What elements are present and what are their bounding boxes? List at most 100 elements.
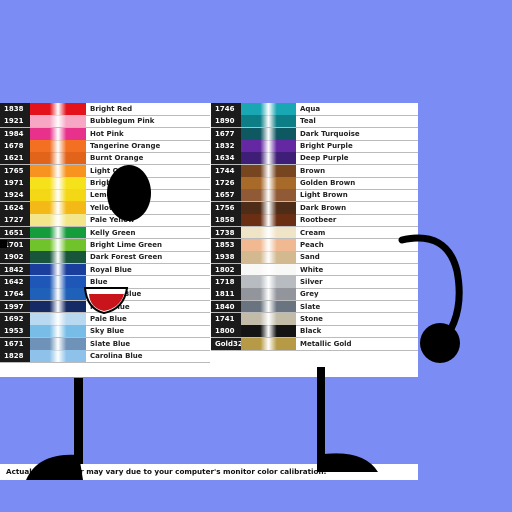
color-code: 1800 (211, 325, 241, 338)
color-name: Kelly Green (90, 228, 136, 237)
color-swatch (30, 288, 86, 301)
color-row: 1651 Kelly Green (0, 226, 210, 239)
color-code: 1671 (0, 337, 30, 350)
color-code: 1677 (211, 127, 241, 141)
color-name: Pale Yellow (90, 216, 135, 225)
color-row: 1692 Pale Blue (0, 312, 210, 326)
color-swatch (241, 115, 296, 128)
color-name: Peach (300, 240, 324, 249)
color-name: Rootbeer (300, 216, 337, 225)
color-name: Bubblegum Pink (90, 117, 155, 126)
right-leg (317, 367, 378, 472)
color-swatch (241, 325, 296, 338)
color-code: 1746 (211, 103, 241, 116)
color-name: Light Brown (300, 191, 348, 200)
color-code: 1765 (0, 164, 30, 178)
scene: 1838 Bright Red 1921 Bubblegum Pink 1984 Hot … (0, 0, 512, 512)
color-name: Blue (90, 277, 108, 286)
row-divider (0, 361, 210, 363)
color-row: 1738 Cream (211, 226, 418, 239)
color-code: 1692 (0, 312, 30, 326)
color-code: 1838 (0, 103, 30, 116)
color-row: 1811 Grey (211, 288, 418, 301)
color-row: 1853 Peach (211, 238, 418, 252)
color-name: Bright Red (90, 105, 133, 113)
color-row: 1677 Dark Turquoise (211, 127, 418, 141)
color-row: 1671 Slate Blue (0, 337, 210, 350)
color-row: Gold32 Metallic Gold (211, 337, 418, 350)
color-name: Dark Brown (300, 203, 347, 212)
color-name: Pale Blue (90, 314, 127, 323)
color-row: 1765 Light Orange (0, 164, 210, 178)
color-swatch (241, 164, 296, 178)
color-swatch (241, 300, 296, 313)
color-row: 1802 White (211, 263, 418, 276)
color-row: 1642 Blue (0, 275, 210, 289)
color-code: 1953 (0, 325, 30, 338)
color-name: Slate (300, 302, 321, 311)
color-row: 1621 Burnt Orange (0, 152, 210, 165)
color-swatch (30, 127, 86, 141)
color-swatch (241, 263, 296, 276)
color-code: 1811 (211, 288, 241, 301)
color-code: 1634 (211, 152, 241, 165)
color-row: 1890 Teal (211, 115, 418, 128)
color-code: 1764 (0, 288, 30, 301)
color-code: 1727 (0, 214, 30, 227)
color-swatch (241, 288, 296, 301)
color-row: 1624 Yellow Gold (0, 201, 210, 215)
color-swatch (241, 226, 296, 239)
color-name: Slate Blue (90, 339, 131, 348)
color-row: 1921 Bubblegum Pink (0, 115, 210, 128)
color-row: 1726 Golden Brown (211, 177, 418, 190)
color-swatch (30, 325, 86, 338)
color-code: Gold32 (211, 337, 243, 350)
color-name: Aqua (300, 105, 321, 113)
color-swatch (30, 201, 86, 215)
color-row: 1678 Tangerine Orange (0, 140, 210, 153)
color-name: Grey (300, 290, 319, 299)
color-row: 1746 Aqua (211, 103, 418, 116)
color-code: 1738 (211, 226, 241, 239)
color-row: 1741 Stone (211, 312, 418, 326)
color-row: 1971 Bright Yellow (0, 177, 210, 190)
color-code: 1840 (211, 300, 241, 313)
color-swatch (30, 275, 86, 289)
color-row: 1953 Sky Blue (0, 325, 210, 338)
color-code: 1624 (0, 201, 30, 215)
color-swatch (241, 103, 296, 116)
color-row: 1832 Bright Purple (211, 140, 418, 153)
color-name: White (300, 265, 324, 274)
color-code: 1832 (211, 140, 241, 153)
color-name: Light Orange (90, 166, 142, 175)
color-code: 1842 (0, 263, 30, 276)
color-swatch (30, 251, 86, 264)
color-row: 1718 Silver (211, 275, 418, 289)
color-name: Cream (300, 228, 326, 237)
color-name: Brown (300, 166, 326, 175)
color-name: Carolina Blue (90, 352, 143, 360)
color-swatch (241, 251, 296, 264)
color-name: Teal (300, 117, 316, 126)
color-row: 1756 Dark Brown (211, 201, 418, 215)
color-swatch (241, 312, 296, 326)
color-swatch (30, 312, 86, 326)
color-name: Sand (300, 253, 320, 262)
color-code: 1726 (211, 177, 241, 190)
color-code: 1853 (211, 238, 241, 252)
color-code: 1621 (0, 152, 30, 165)
color-code: 1938 (211, 251, 241, 264)
color-name: Bright Lime Green (90, 240, 162, 249)
color-swatch (241, 275, 296, 289)
color-swatch (30, 140, 86, 153)
color-name: Black (300, 327, 322, 336)
color-row: 1902 Dark Forest Green (0, 251, 210, 264)
color-swatch (241, 214, 296, 227)
color-code: 1741 (211, 312, 241, 326)
thread-color-chart: 1838 Bright Red 1921 Bubblegum Pink 1984 Hot … (0, 103, 418, 480)
color-code: 1828 (0, 350, 30, 363)
color-row: 1938 Sand (211, 251, 418, 264)
color-row: 1828 Carolina Blue (0, 350, 210, 363)
color-code: 1802 (211, 263, 241, 276)
color-code: 1921 (0, 115, 30, 128)
